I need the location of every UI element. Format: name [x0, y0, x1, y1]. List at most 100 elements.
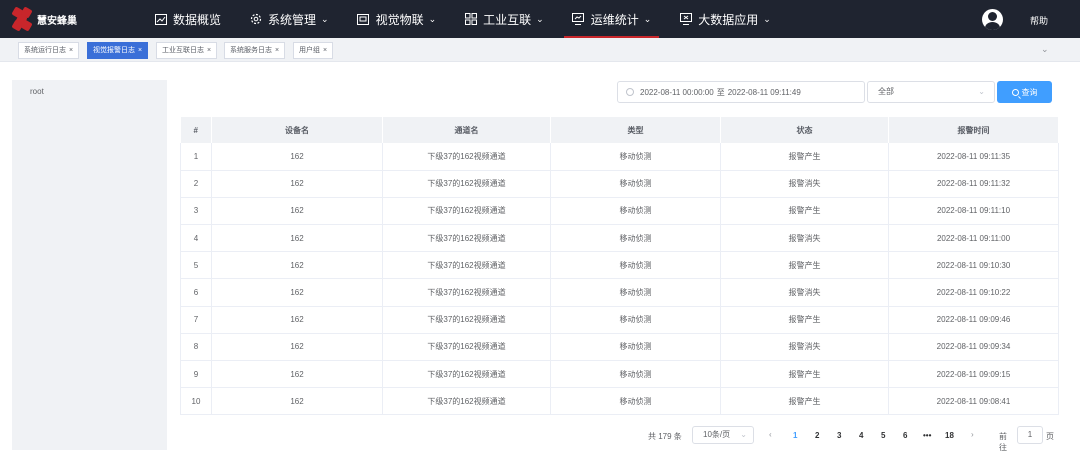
- chevron-down-icon: ⌄: [763, 13, 771, 24]
- date-range-picker[interactable]: 2022-08-11 00:00:00 至 2022-08-11 09:11:4…: [617, 81, 865, 103]
- cell-index: 2: [180, 170, 212, 198]
- cell-index: 8: [180, 333, 212, 362]
- tree-node-root[interactable]: root: [30, 87, 44, 96]
- pagination-total: 共 179 条: [648, 432, 682, 441]
- page-number[interactable]: 18: [945, 431, 954, 440]
- next-page-button[interactable]: ›: [971, 430, 974, 439]
- cell-type: 移动侦测: [550, 143, 721, 171]
- table-row[interactable]: 5 162 下级37的162视频通道 移动侦测 报警产生 2022-08-11 09:10…: [180, 251, 1059, 280]
- status-select[interactable]: 全部 ⌄: [867, 81, 995, 103]
- cell-channel: 下级37的162视频通道: [382, 224, 551, 253]
- nav-label: 工业互联: [483, 12, 532, 27]
- cell-status: 报警产生: [720, 251, 889, 280]
- main-nav: 数据概览 系统管理 ⌄ 视觉物联 ⌄ 工业互联 ⌄ 运维统计 ⌄ 大数据应用 ⌄: [146, 0, 791, 38]
- page-ellipsis[interactable]: •••: [923, 431, 931, 440]
- page-size-value: 10条/页: [703, 430, 731, 439]
- tab-visual-alarm-log[interactable]: 视觉报警日志 ×: [87, 42, 149, 59]
- close-icon[interactable]: ×: [69, 47, 73, 54]
- hive-logo-icon: [11, 6, 33, 32]
- tab-user-group[interactable]: 用户组 ×: [293, 42, 334, 59]
- page-number[interactable]: 6: [903, 431, 907, 440]
- tab-system-run-log[interactable]: 系统运行日志 ×: [18, 42, 80, 59]
- tab-system-service-log[interactable]: 系统服务日志 ×: [224, 42, 286, 59]
- nav-item-industrial-iot[interactable]: 工业互联 ⌄: [456, 0, 552, 38]
- table-row[interactable]: 6 162 下级37的162视频通道 移动侦测 报警消失 2022-08-11 09:10…: [180, 278, 1059, 307]
- cell-device: 162: [211, 360, 383, 389]
- nav-item-data-overview[interactable]: 数据概览: [146, 0, 229, 38]
- cell-channel: 下级37的162视频通道: [382, 197, 551, 226]
- cell-channel: 下级37的162视频通道: [382, 278, 551, 307]
- table-row[interactable]: 2 162 下级37的162视频通道 移动侦测 报警消失 2022-08-11 09:11…: [180, 170, 1059, 198]
- user-avatar-icon[interactable]: [982, 9, 1003, 30]
- page-number[interactable]: 5: [881, 431, 885, 440]
- status-select-value: 全部: [878, 87, 894, 96]
- cell-alarm-time: 2022-08-11 09:11:00: [888, 224, 1059, 253]
- cell-alarm-time: 2022-08-11 09:08:41: [888, 387, 1059, 416]
- monitor-stats-icon: [572, 13, 585, 25]
- cell-status: 报警产生: [720, 197, 889, 226]
- nav-item-big-data[interactable]: 大数据应用 ⌄: [671, 0, 779, 38]
- search-icon: [1011, 88, 1019, 96]
- nav-item-ops-statistics[interactable]: 运维统计 ⌄: [563, 0, 660, 38]
- cell-channel: 下级37的162视频通道: [382, 333, 551, 362]
- grid-apps-icon: [464, 13, 477, 25]
- close-icon[interactable]: ×: [207, 47, 211, 54]
- table-row[interactable]: 3 162 下级37的162视频通道 移动侦测 报警产生 2022-08-11 09:11…: [180, 197, 1059, 226]
- cell-channel: 下级37的162视频通道: [382, 387, 551, 416]
- query-button-label: 查询: [1021, 87, 1038, 97]
- gear-icon: [249, 13, 262, 25]
- table-header-row: # 设备名 通道名 类型 状态 报警时间: [180, 117, 1059, 143]
- page-number[interactable]: 3: [837, 431, 841, 440]
- cell-status: 报警消失: [720, 278, 889, 307]
- page-number[interactable]: 1: [793, 431, 797, 440]
- cell-status: 报警产生: [720, 360, 889, 389]
- cell-alarm-time: 2022-08-11 09:11:35: [888, 143, 1059, 171]
- nav-label: 数据概览: [173, 12, 222, 27]
- close-icon[interactable]: ×: [275, 47, 279, 54]
- help-link[interactable]: 帮助: [1030, 14, 1048, 27]
- cell-device: 162: [211, 333, 383, 362]
- chevron-down-icon: ⌄: [643, 13, 652, 24]
- cell-alarm-time: 2022-08-11 09:10:22: [888, 278, 1059, 307]
- column-header-channel: 通道名: [382, 117, 551, 143]
- alarm-log-table: # 设备名 通道名 类型 状态 报警时间 1 162 下级37的162视频通道 移动侦…: [180, 117, 1059, 416]
- table-row[interactable]: 4 162 下级37的162视频通道 移动侦测 报警消失 2022-08-11 09:11…: [180, 224, 1059, 253]
- goto-suffix: 页: [1046, 432, 1054, 441]
- cell-status: 报警产生: [720, 143, 889, 171]
- cell-index: 9: [180, 360, 212, 389]
- tab-industrial-log[interactable]: 工业互联日志 ×: [156, 42, 218, 59]
- cell-channel: 下级37的162视频通道: [382, 170, 551, 198]
- page-number[interactable]: 4: [859, 431, 863, 440]
- goto-page-input[interactable]: 1: [1017, 426, 1043, 444]
- tab-label: 工业互联日志: [162, 47, 204, 54]
- close-icon[interactable]: ×: [138, 47, 142, 54]
- date-range-start[interactable]: 2022-08-11 00:00:00: [640, 88, 714, 97]
- query-button[interactable]: 查询: [997, 81, 1052, 103]
- table-row[interactable]: 8 162 下级37的162视频通道 移动侦测 报警消失 2022-08-11 09:09…: [180, 333, 1059, 362]
- nav-label: 视觉物联: [375, 12, 424, 27]
- column-header-index: #: [180, 117, 212, 143]
- table-row[interactable]: 9 162 下级37的162视频通道 移动侦测 报警产生 2022-08-11 09:09…: [180, 360, 1059, 389]
- nav-item-system-management[interactable]: 系统管理 ⌄: [241, 0, 337, 38]
- chevron-down-icon[interactable]: ⌄: [1041, 44, 1049, 55]
- cell-device: 162: [211, 306, 383, 334]
- date-range-separator: 至: [716, 87, 725, 97]
- cell-status: 报警消失: [720, 333, 889, 362]
- goto-label: 前往: [999, 432, 1007, 452]
- chevron-down-icon: ⌄: [978, 87, 985, 96]
- table-row[interactable]: 7 162 下级37的162视频通道 移动侦测 报警产生 2022-08-11 09:09…: [180, 306, 1059, 334]
- cell-index: 7: [180, 306, 212, 334]
- table-row[interactable]: 1 162 下级37的162视频通道 移动侦测 报警产生 2022-08-11 09:11…: [180, 143, 1059, 171]
- page-size-select[interactable]: 10条/页 ⌄: [692, 426, 754, 444]
- chevron-down-icon: ⌄: [428, 13, 437, 24]
- column-header-type: 类型: [550, 117, 721, 143]
- nav-item-visual-iot[interactable]: 视觉物联 ⌄: [349, 0, 445, 38]
- date-range-end[interactable]: 2022-08-11 09:11:49: [728, 88, 801, 97]
- nav-label: 系统管理: [268, 12, 317, 27]
- app-logo[interactable]: 慧安蜂巢: [11, 6, 77, 32]
- table-row[interactable]: 10 162 下级37的162视频通道 移动侦测 报警产生 2022-08-11 09:0…: [180, 387, 1059, 416]
- prev-page-button[interactable]: ‹: [769, 430, 772, 439]
- cell-type: 移动侦测: [550, 224, 721, 253]
- page-number[interactable]: 2: [815, 431, 819, 440]
- close-icon[interactable]: ×: [323, 47, 327, 54]
